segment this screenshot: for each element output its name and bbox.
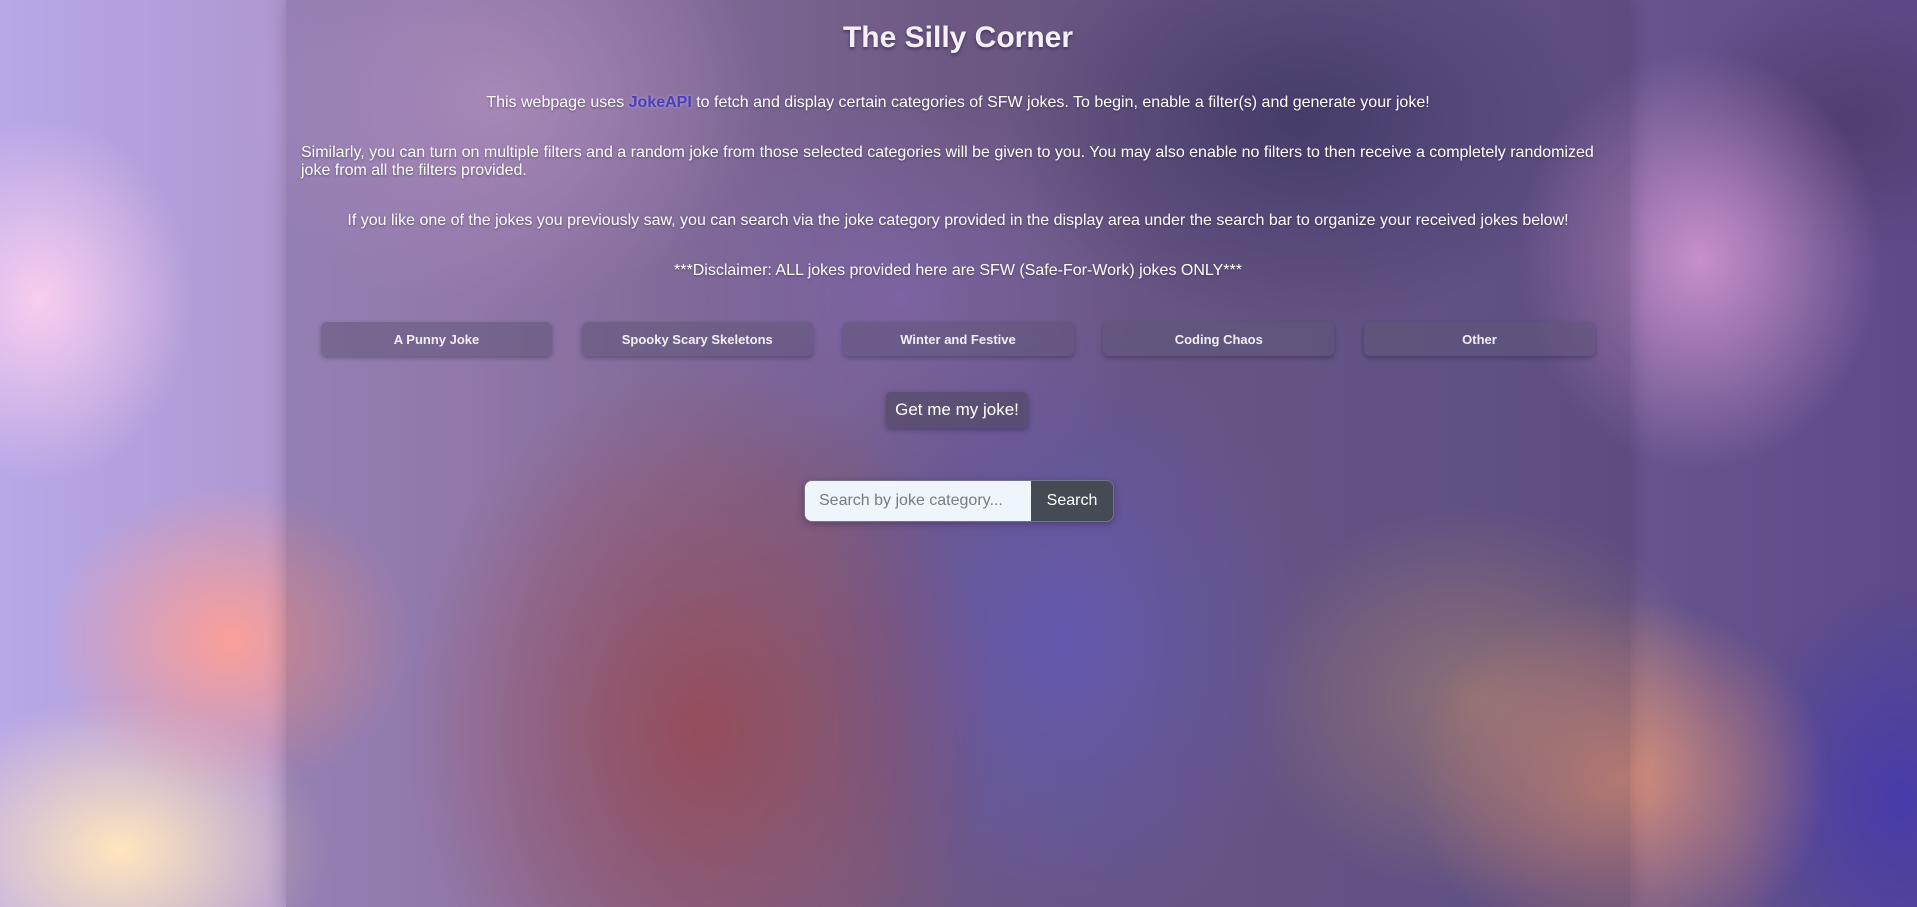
- filter-button-punny[interactable]: A Punny Joke: [321, 322, 552, 356]
- intro-text-after-link: to fetch and display certain categories …: [691, 94, 1430, 111]
- intro-paragraph-api: This webpage uses JokeAPI to fetch and d…: [286, 94, 1630, 112]
- filter-button-spooky[interactable]: Spooky Scary Skeletons: [581, 322, 813, 356]
- filter-button-winter[interactable]: Winter and Festive: [842, 322, 1074, 356]
- page-title: The Silly Corner: [842, 21, 1074, 54]
- search-button[interactable]: Search: [1031, 481, 1113, 521]
- intro-paragraph-search-hint: If you like one of the jokes you previou…: [347, 212, 1569, 229]
- get-joke-button[interactable]: Get me my joke!: [886, 392, 1028, 428]
- main-panel: The Silly Corner This webpage uses JokeA…: [286, 0, 1630, 907]
- intro-text-before-link: This webpage uses: [486, 94, 629, 111]
- search-input[interactable]: [805, 481, 1031, 521]
- disclaimer-text: ***Disclaimer: ALL jokes provided here a…: [674, 262, 1242, 279]
- search-bar: Search: [804, 480, 1114, 522]
- filter-button-coding[interactable]: Coding Chaos: [1103, 322, 1335, 356]
- jokeapi-link[interactable]: JokeAPI: [629, 94, 692, 111]
- filter-button-group: A Punny Joke Spooky Scary Skeletons Wint…: [321, 322, 1595, 356]
- intro-paragraph-multiple-filters: Similarly, you can turn on multiple filt…: [301, 144, 1594, 179]
- filter-button-other[interactable]: Other: [1364, 322, 1595, 356]
